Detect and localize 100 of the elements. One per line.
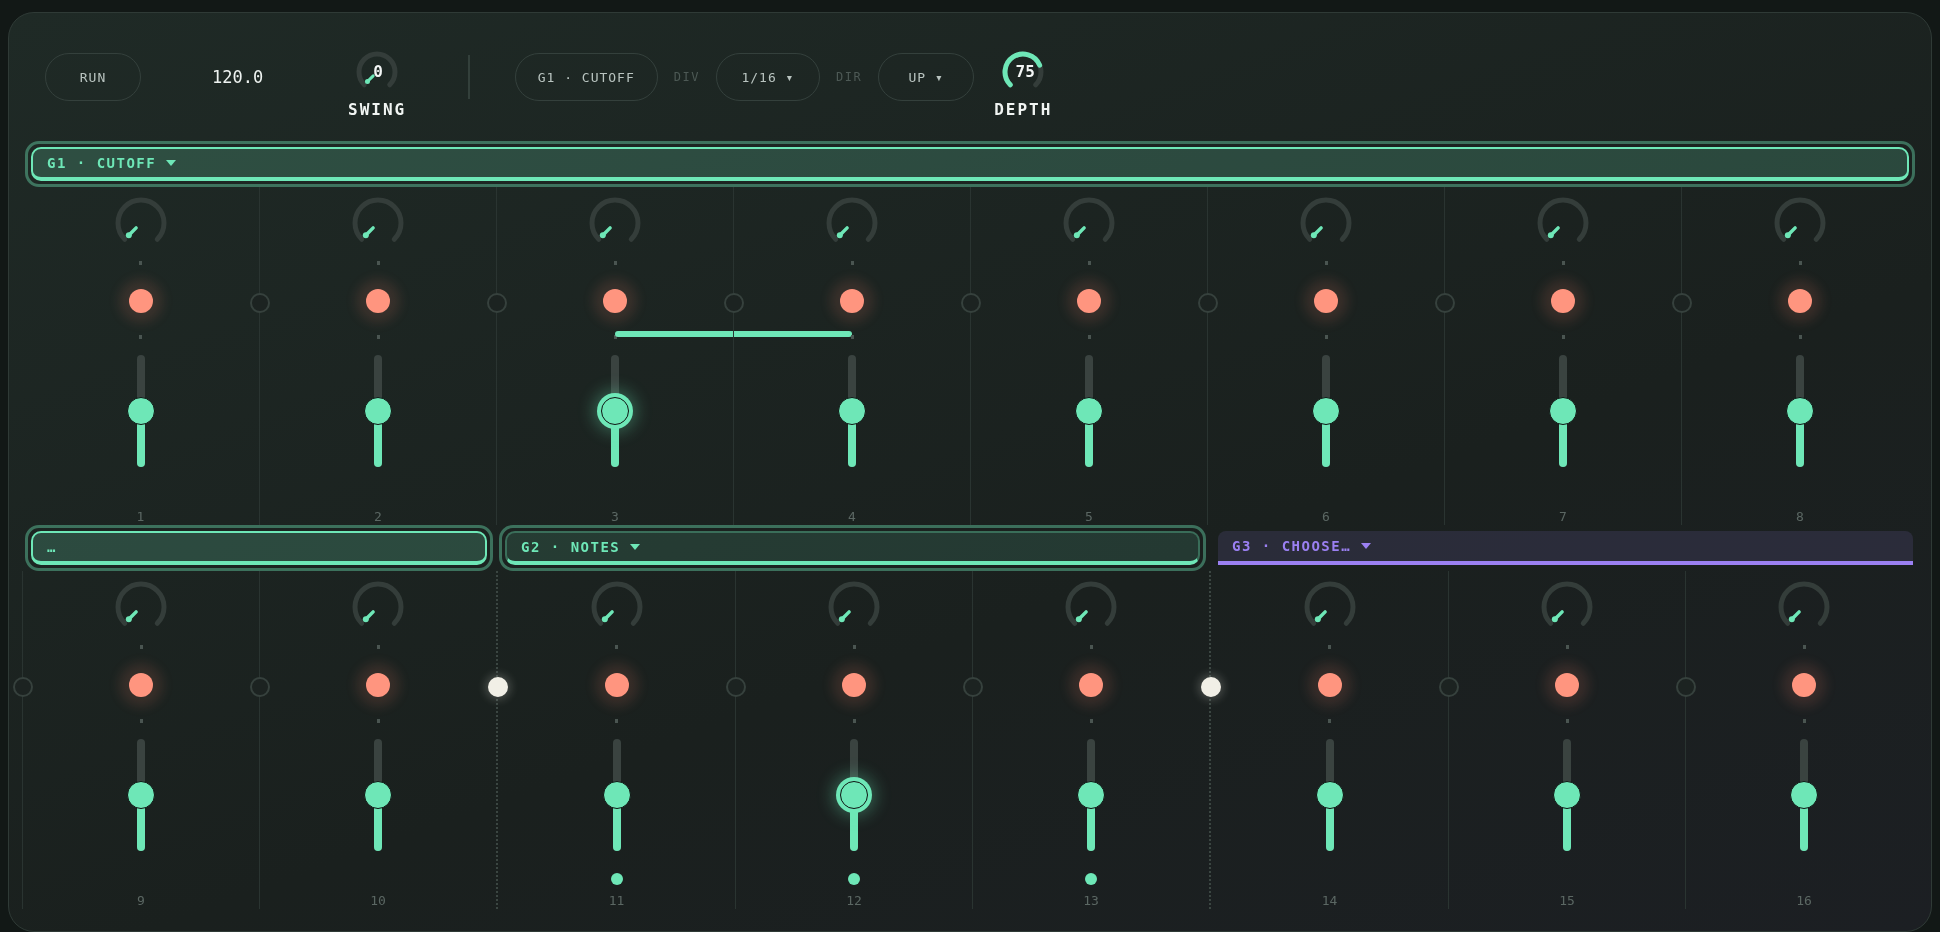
step-pad[interactable] [1551,289,1575,313]
slider[interactable] [1312,355,1340,467]
slider-thumb[interactable] [602,781,631,809]
slider-thumb[interactable] [127,781,155,809]
link-toggle[interactable] [13,677,33,697]
group-header[interactable]: … [31,531,487,565]
slider[interactable] [602,739,631,851]
swing-value: 0 [373,61,383,81]
link-toggle[interactable] [726,677,746,697]
tick-mark [1087,261,1091,265]
link-toggle[interactable] [1198,293,1218,313]
step-pad[interactable] [603,289,627,313]
slider-thumb[interactable] [1312,397,1340,425]
slider[interactable] [1549,355,1577,467]
slider[interactable] [364,355,392,467]
step-pad[interactable] [128,289,153,313]
slider-thumb[interactable] [1786,397,1814,425]
step-pad[interactable] [366,673,390,697]
slider-thumb[interactable] [364,781,392,809]
tick-mark [1561,261,1565,265]
tick-mark [1802,719,1806,723]
step-number: 7 [1559,509,1567,524]
step-pad[interactable] [840,289,864,313]
step-number: 11 [608,893,625,908]
link-toggle[interactable] [724,293,744,313]
slider[interactable] [1786,355,1814,467]
slider-thumb[interactable] [126,397,155,425]
step-pad[interactable] [842,673,866,697]
slider-thumb[interactable] [1075,397,1103,425]
slider-thumb[interactable] [1077,781,1105,809]
tick-mark [1089,645,1093,649]
link-toggle[interactable] [1439,677,1459,697]
tick-mark [1565,719,1569,723]
step-number: 12 [846,893,862,908]
tick-mark [1798,335,1802,339]
slider[interactable] [838,355,866,467]
step-number: 8 [1796,509,1804,524]
tick-mark [850,261,854,265]
link-toggle[interactable] [963,677,983,697]
caret-icon [630,544,641,550]
link-toggle[interactable] [250,293,270,313]
step-pad[interactable] [1314,289,1338,313]
group-header[interactable]: G3 · CHOOSE… [1218,531,1913,565]
swing-label: SWING [348,99,407,119]
tick-mark [615,719,618,723]
slider-thumb[interactable] [364,397,392,425]
caret-icon [166,160,177,166]
link-toggle[interactable] [1435,293,1455,313]
slider[interactable] [1077,739,1105,851]
link-toggle[interactable] [1676,677,1696,697]
step-number: 14 [1321,893,1338,908]
slider[interactable] [364,739,392,851]
link-toggle[interactable] [1672,293,1692,313]
step-number: 3 [611,509,619,524]
tick-mark [852,645,856,649]
step-number: 1 [136,509,145,524]
step-pad[interactable] [1077,289,1101,313]
slider[interactable] [1075,355,1103,467]
tick-mark [1328,719,1331,723]
step-pad[interactable] [1555,673,1579,697]
slider-thumb[interactable] [840,781,868,809]
tick-mark [1089,719,1093,723]
tick-mark [850,335,854,339]
slider-thumb[interactable] [1790,781,1818,809]
slider-thumb[interactable] [1315,781,1344,809]
slider-thumb[interactable] [838,397,866,425]
step-pad[interactable] [604,673,629,697]
link-toggle[interactable] [487,293,507,313]
step-number: 9 [137,893,145,908]
tick-mark [1328,645,1331,649]
link-toggle[interactable] [250,677,270,697]
link-toggle[interactable] [961,293,981,313]
slider[interactable] [1553,739,1581,851]
step-pad[interactable] [366,289,390,313]
slider-thumb[interactable] [1549,397,1577,425]
slider-thumb[interactable] [601,397,629,425]
slider[interactable] [840,739,868,851]
slider-thumb[interactable] [1553,781,1581,809]
tick-mark [139,335,142,339]
step-pad[interactable] [1792,673,1816,697]
step-number: 10 [370,893,386,908]
step-number: 15 [1559,893,1575,908]
tick-mark [613,261,617,265]
step-pad[interactable] [1788,289,1812,313]
group-header[interactable]: G2 · NOTES [505,531,1200,565]
step-number: 13 [1083,893,1099,908]
slider[interactable] [1315,739,1344,851]
step-pad[interactable] [129,673,153,697]
slider[interactable] [1790,739,1818,851]
slider[interactable] [601,355,629,467]
tick-mark [1802,645,1806,649]
tick-mark [139,261,142,265]
step-pad[interactable] [1317,673,1342,697]
depth-label: DEPTH [994,99,1053,119]
step-pad[interactable] [1079,673,1103,697]
tick-mark [139,719,143,723]
slider[interactable] [127,739,155,851]
slider[interactable] [126,355,155,467]
group-header[interactable]: G1 · CUTOFF [31,147,1909,181]
depth-value: 75 [1015,61,1035,81]
